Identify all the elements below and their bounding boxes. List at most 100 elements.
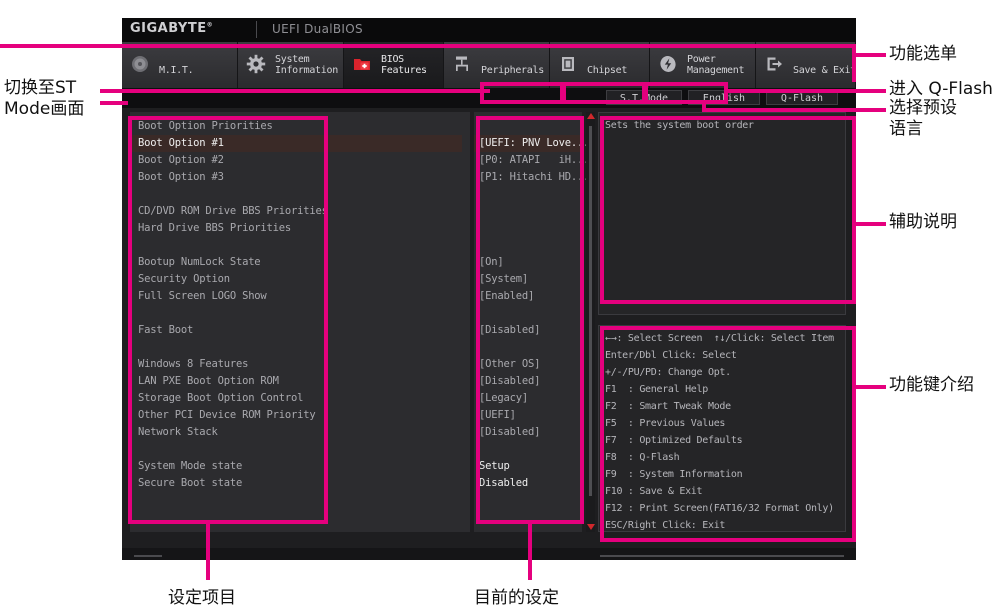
setting-value[interactable]: [System] — [474, 271, 582, 288]
setting-value[interactable]: [Other OS] — [474, 356, 582, 373]
anno-box-values-right — [580, 116, 584, 524]
anno-box-qflash-left — [644, 82, 648, 104]
anno-box-language-bottom — [562, 100, 646, 104]
anno-leader-values — [528, 520, 532, 580]
function-key-line: F12 : Print Screen(FAT16/32 Format Only) — [605, 500, 834, 517]
setting-row[interactable]: Bootup NumLock State — [130, 254, 462, 271]
anno-leader-stmode-lower — [100, 101, 128, 105]
anno-box-items-top — [128, 116, 328, 120]
anno-box-language-left — [562, 82, 566, 104]
anno-box-keys-left — [600, 326, 604, 542]
anno-box-items-bottom — [128, 520, 328, 524]
setting-value[interactable]: [P0: ATAPI iH...] — [474, 152, 582, 169]
setting-row[interactable]: Boot Option #3 — [130, 169, 462, 186]
anno-box-items-right — [324, 116, 328, 524]
power-icon — [658, 54, 680, 76]
tab-bios-label: BIOSFeatures — [381, 54, 427, 76]
scrollbar-thumb[interactable] — [589, 126, 592, 496]
setting-value[interactable]: [Disabled] — [474, 373, 582, 390]
function-keys-panel: ←→: Select Screen ↑↓/Click: Select ItemE… — [598, 325, 846, 532]
mit-icon — [130, 54, 152, 76]
tab-power-label: PowerManagement — [687, 54, 744, 76]
setting-row[interactable]: CD/DVD ROM Drive BBS Priorities — [130, 203, 462, 220]
tab-save-label: Save & Exit — [793, 54, 856, 76]
footer-rule-left — [134, 555, 162, 557]
setting-row[interactable]: Security Option — [130, 271, 462, 288]
setting-row[interactable]: Boot Option Priorities — [130, 118, 462, 135]
anno-label-help: 辅助说明 — [889, 212, 957, 233]
function-key-line: F7 : Optimized Defaults — [605, 432, 742, 449]
tab-save[interactable]: Save & Exit — [756, 42, 856, 88]
setting-value[interactable]: Setup — [474, 458, 582, 475]
anno-box-values-left — [476, 116, 480, 524]
function-key-line: F1 : General Help — [605, 381, 708, 398]
anno-leader-items — [206, 520, 210, 580]
setting-row[interactable]: Boot Option #2 — [130, 152, 462, 169]
anno-box-values-top — [476, 116, 584, 120]
anno-box-stmode-left — [480, 82, 484, 104]
function-key-line: ←→: Select Screen ↑↓/Click: Select Item — [605, 330, 834, 347]
function-key-line: Enter/Dbl Click: Select — [605, 347, 737, 364]
setting-row[interactable]: Hard Drive BBS Priorities — [130, 220, 462, 237]
setting-row[interactable]: Boot Option #1 — [130, 135, 462, 152]
anno-leader-language — [702, 108, 886, 112]
footer-rule-right — [600, 555, 844, 557]
anno-leader-keys — [856, 385, 886, 389]
anno-label-st-mode: 切换至ST Mode画面 — [4, 78, 84, 120]
anno-line-top-main — [0, 44, 856, 48]
exit-icon — [764, 54, 786, 76]
anno-box-help-top — [600, 116, 852, 120]
anno-box-stmode-top — [480, 82, 564, 86]
setting-value[interactable]: Disabled — [474, 475, 582, 492]
setting-value[interactable]: [UEFI: PNV Love...] — [474, 135, 582, 152]
gigabyte-logo: GIGABYTE® — [130, 21, 213, 36]
anno-leader-stmode-upper — [100, 89, 490, 93]
setting-value[interactable]: [UEFI] — [474, 407, 582, 424]
anno-box-language-top — [562, 82, 646, 86]
function-key-line: ESC/Right Click: Exit — [605, 517, 725, 534]
setting-value[interactable]: [Disabled] — [474, 322, 582, 339]
anno-box-items-left — [128, 116, 132, 524]
setting-value[interactable]: [Legacy] — [474, 390, 582, 407]
setting-row[interactable]: Full Screen LOGO Show — [130, 288, 462, 305]
setting-row[interactable]: Storage Boot Option Control — [130, 390, 462, 407]
setting-value[interactable]: [Disabled] — [474, 424, 582, 441]
settings-value-list[interactable]: [UEFI: PNV Love...][P0: ATAPI iH...][P1:… — [474, 112, 582, 532]
tab-mit[interactable]: M.I.T. — [122, 42, 238, 88]
setting-row[interactable]: Other PCI Device ROM Priority — [130, 407, 462, 424]
anno-box-help-bottom — [600, 300, 852, 304]
setting-row[interactable]: Secure Boot state — [130, 475, 462, 492]
uefi-dualbios-title: UEFI DualBIOS — [272, 22, 363, 36]
anno-box-help-left — [600, 116, 604, 304]
setting-row[interactable]: Windows 8 Features — [130, 356, 462, 373]
setting-row[interactable]: Fast Boot — [130, 322, 462, 339]
anno-label-qflash: 进入 Q-Flash — [889, 79, 993, 100]
trademark-symbol: ® — [207, 22, 214, 29]
bios-header: GIGABYTE® UEFI DualBIOS — [122, 18, 856, 42]
settings-item-list[interactable]: Boot Option PrioritiesBoot Option #1Boot… — [130, 112, 470, 532]
setting-value[interactable]: [P1: Hitachi HD...] — [474, 169, 582, 186]
tab-sysinfo-label: SystemInformation — [275, 54, 338, 76]
setting-row[interactable]: Network Stack — [130, 424, 462, 441]
setting-row[interactable]: System Mode state — [130, 458, 462, 475]
tab-bios[interactable]: BIOSFeatures — [344, 42, 444, 88]
setting-value[interactable]: [On] — [474, 254, 582, 271]
peripherals-icon — [452, 54, 474, 76]
tab-sysinfo[interactable]: SystemInformation — [238, 42, 344, 88]
anno-bracket-keys — [852, 326, 856, 542]
anno-label-items: 设定项目 — [168, 588, 236, 609]
scroll-up-arrow-icon[interactable] — [586, 112, 595, 121]
scroll-down-arrow-icon[interactable] — [586, 523, 595, 532]
function-key-line: F10 : Save & Exit — [605, 483, 702, 500]
anno-box-qflash-bottom — [644, 100, 728, 104]
anno-label-language: 选择预设 语言 — [889, 98, 957, 140]
settings-scrollbar[interactable] — [586, 112, 595, 532]
anno-leader-menu — [856, 53, 886, 57]
bios-folder-icon — [352, 54, 374, 76]
function-key-line: F5 : Previous Values — [605, 415, 725, 432]
anno-label-current: 目前的设定 — [474, 588, 559, 609]
setting-value[interactable]: [Enabled] — [474, 288, 582, 305]
setting-row[interactable]: LAN PXE Boot Option ROM — [130, 373, 462, 390]
anno-label-menu: 功能选单 — [889, 44, 957, 65]
chipset-icon — [558, 54, 580, 76]
